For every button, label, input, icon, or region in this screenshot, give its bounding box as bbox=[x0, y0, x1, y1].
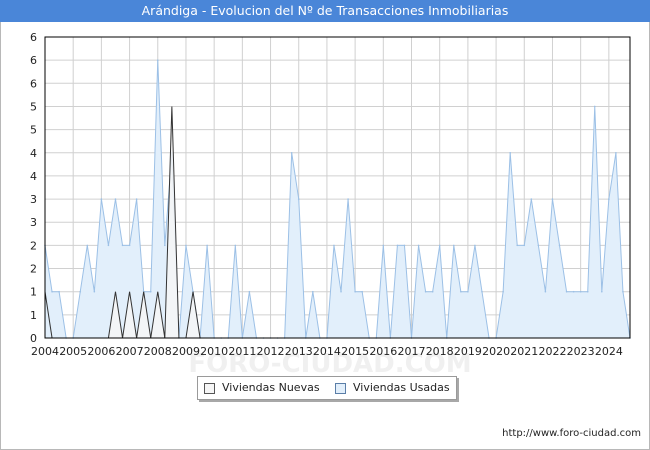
usadas-point bbox=[601, 290, 603, 293]
usadas-point bbox=[100, 198, 103, 200]
source-url: http://www.foro-ciudad.com bbox=[502, 428, 641, 439]
x-tick-label: 2015 bbox=[341, 345, 369, 358]
legend-swatch-usadas bbox=[335, 383, 346, 394]
usadas-point bbox=[586, 290, 589, 293]
usadas-point bbox=[544, 290, 547, 293]
usadas-point bbox=[537, 244, 540, 247]
usadas-point bbox=[312, 290, 314, 293]
usadas-point bbox=[354, 290, 356, 293]
usadas-point bbox=[290, 151, 293, 154]
usadas-point bbox=[509, 151, 511, 154]
x-tick-label: 2023 bbox=[567, 345, 595, 358]
x-tick-label: 2020 bbox=[482, 345, 510, 358]
usadas-point bbox=[361, 290, 363, 293]
x-tick-label: 2007 bbox=[116, 345, 144, 358]
usadas-point bbox=[86, 244, 89, 247]
usadas-point bbox=[107, 244, 110, 247]
y-tick-label: 6 bbox=[30, 77, 37, 90]
y-tick-label: 1 bbox=[30, 309, 37, 322]
x-tick-label: 2018 bbox=[426, 345, 454, 358]
x-tick-label: 2011 bbox=[228, 345, 256, 358]
usadas-point bbox=[135, 198, 138, 200]
usadas-point bbox=[58, 290, 60, 293]
y-tick-label: 6 bbox=[30, 31, 37, 44]
y-axis-ticks: 0 1 1 2 2 3 3 4 4 5 5 6 6 6 bbox=[30, 31, 37, 345]
x-tick-label: 2019 bbox=[454, 345, 482, 358]
usadas-point bbox=[565, 290, 568, 293]
usadas-point bbox=[438, 244, 441, 247]
usadas-point bbox=[579, 290, 582, 293]
usadas-point bbox=[206, 244, 208, 247]
x-tick-label: 2010 bbox=[200, 345, 228, 358]
x-tick-label: 2006 bbox=[87, 345, 115, 358]
x-axis-ticks: 2004 2005 2006 2007 2008 2009 2010 2011 2012 2013… bbox=[31, 345, 623, 358]
usadas-point bbox=[452, 244, 455, 247]
x-tick-label: 2013 bbox=[285, 345, 313, 358]
usadas-point bbox=[502, 290, 504, 293]
usadas-point bbox=[516, 244, 519, 247]
usadas-point bbox=[424, 290, 427, 293]
usadas-point bbox=[164, 244, 166, 247]
usadas-point bbox=[333, 244, 335, 247]
x-tick-label: 2008 bbox=[144, 345, 172, 358]
usadas-point bbox=[474, 244, 476, 247]
y-tick-label: 3 bbox=[30, 193, 37, 206]
usadas-point bbox=[128, 244, 131, 247]
x-tick-label: 2024 bbox=[595, 345, 623, 358]
x-tick-label: 2012 bbox=[257, 345, 285, 358]
usadas-point bbox=[234, 244, 237, 247]
usadas-point bbox=[396, 244, 399, 247]
usadas-point bbox=[417, 244, 420, 247]
y-tick-label: 4 bbox=[30, 147, 37, 160]
y-tick-label: 2 bbox=[30, 239, 37, 252]
legend: Viviendas Nuevas Viviendas Usadas bbox=[197, 376, 457, 400]
y-tick-label: 5 bbox=[30, 100, 37, 113]
y-tick-label: 1 bbox=[30, 286, 37, 299]
usadas-point bbox=[523, 244, 526, 247]
usadas-point bbox=[248, 290, 251, 293]
usadas-point bbox=[608, 198, 610, 200]
legend-label-usadas: Viviendas Usadas bbox=[353, 381, 450, 394]
x-tick-label: 2014 bbox=[313, 345, 341, 358]
usadas-point bbox=[347, 198, 349, 200]
usadas-point bbox=[51, 290, 53, 293]
usadas-point bbox=[558, 244, 561, 247]
usadas-point bbox=[460, 290, 462, 293]
x-tick-label: 2017 bbox=[398, 345, 426, 358]
y-tick-label: 3 bbox=[30, 216, 37, 229]
usadas-point bbox=[622, 290, 624, 293]
usadas-point bbox=[93, 290, 96, 293]
usadas-point bbox=[297, 198, 300, 200]
y-tick-label: 4 bbox=[30, 170, 37, 183]
usadas-point bbox=[340, 290, 342, 293]
usadas-point bbox=[121, 244, 124, 247]
legend-swatch-nuevas bbox=[204, 383, 215, 394]
usadas-point bbox=[593, 105, 596, 108]
usadas-point bbox=[572, 290, 575, 293]
usadas-point bbox=[481, 290, 483, 293]
x-tick-label: 2004 bbox=[31, 345, 59, 358]
usadas-point bbox=[382, 244, 385, 247]
usadas-point bbox=[467, 290, 469, 293]
x-tick-label: 2021 bbox=[510, 345, 538, 358]
x-tick-label: 2009 bbox=[172, 345, 200, 358]
usadas-point bbox=[530, 198, 533, 200]
y-tick-label: 6 bbox=[30, 54, 37, 67]
x-tick-label: 2016 bbox=[369, 345, 397, 358]
usadas-point bbox=[185, 244, 187, 247]
usadas-point bbox=[114, 198, 117, 200]
y-tick-label: 5 bbox=[30, 124, 37, 137]
y-tick-label: 0 bbox=[30, 332, 37, 345]
usadas-point bbox=[79, 290, 82, 293]
usadas-point bbox=[156, 59, 159, 61]
usadas-point bbox=[615, 151, 617, 154]
usadas-point bbox=[551, 198, 554, 200]
x-tick-label: 2005 bbox=[59, 345, 87, 358]
x-tick-label: 2022 bbox=[538, 345, 566, 358]
usadas-point bbox=[149, 290, 152, 293]
usadas-point bbox=[403, 244, 406, 247]
legend-label-nuevas: Viviendas Nuevas bbox=[222, 381, 320, 394]
y-tick-label: 2 bbox=[30, 263, 37, 276]
usadas-point bbox=[431, 290, 434, 293]
